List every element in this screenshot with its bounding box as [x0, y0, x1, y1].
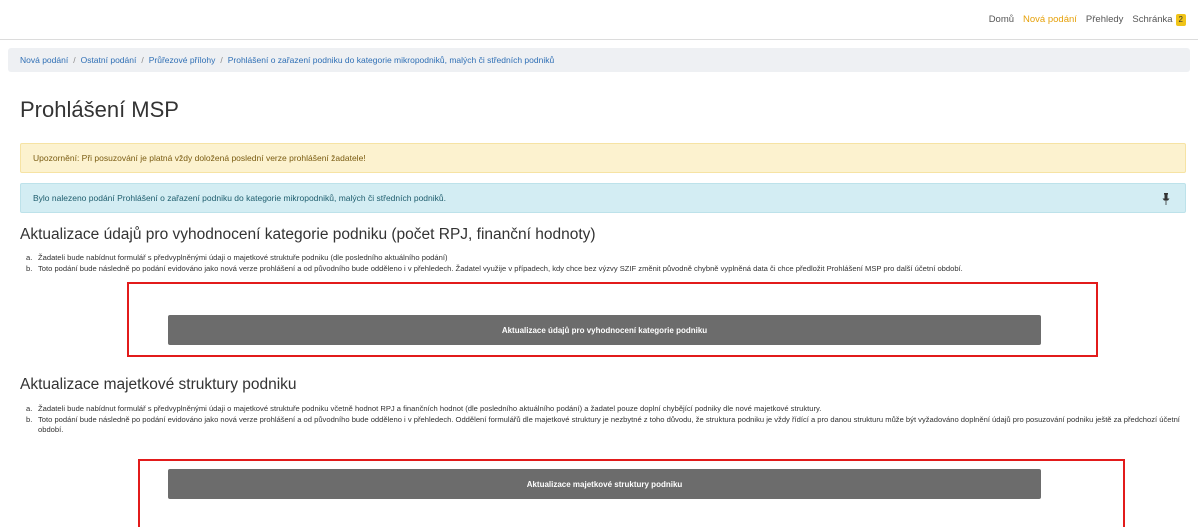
page-title: Prohlášení MSP	[20, 97, 179, 122]
breadcrumb-separator: /	[220, 55, 223, 65]
top-navigation: Domů Nová podání Přehledy Schránka 2	[0, 0, 1198, 40]
warning-alert: Upozornění: Při posuzování je platná vžd…	[20, 143, 1186, 173]
list-item-text: Toto podání bude následně po podání evid…	[38, 263, 963, 273]
nav-item-inbox[interactable]: Schránka 2	[1132, 14, 1186, 26]
section-title-category-update: Aktualizace údajů pro vyhodnocení katego…	[20, 226, 596, 243]
section-1-list: a. Žadateli bude nabídnut formulář s pře…	[26, 253, 1183, 275]
list-item: a. Žadateli bude nabídnut formulář s pře…	[26, 253, 1183, 264]
update-ownership-structure-button[interactable]: Aktualizace majetkové struktury podniku	[168, 469, 1041, 499]
warning-alert-text: Upozornění: Při posuzování je platná vžd…	[33, 153, 366, 163]
nav-item-new-submissions[interactable]: Nová podání	[1023, 14, 1077, 26]
list-item: b. Toto podání bude následně po podání e…	[26, 414, 1183, 436]
list-item-text: Žadateli bude nabídnut formulář s předvy…	[38, 404, 822, 413]
breadcrumb-item-new-submissions[interactable]: Nová podání	[20, 55, 68, 65]
pin-icon[interactable]	[1161, 193, 1171, 205]
list-item-marker: b.	[26, 263, 33, 273]
breadcrumb-item-current[interactable]: Prohlášení o zařazení podniku do kategor…	[228, 55, 555, 65]
list-item-marker: b.	[26, 414, 33, 424]
info-alert-text: Bylo nalezeno podání Prohlášení o zařaze…	[33, 193, 446, 203]
info-alert: Bylo nalezeno podání Prohlášení o zařaze…	[20, 183, 1186, 213]
list-item-text: Toto podání bude následně po podání evid…	[38, 414, 1180, 435]
list-item-text: Žadateli bude nabídnut formulář s předvy…	[38, 253, 448, 262]
inbox-count-badge: 2	[1175, 14, 1186, 26]
update-category-data-button[interactable]: Aktualizace údajů pro vyhodnocení katego…	[168, 315, 1041, 345]
nav-item-inbox-label: Schránka	[1132, 14, 1173, 25]
list-item: b. Toto podání bude následně po podání e…	[26, 263, 1183, 275]
nav-item-overviews[interactable]: Přehledy	[1086, 14, 1124, 26]
breadcrumb-separator: /	[73, 55, 76, 65]
list-item-marker: a.	[26, 404, 33, 413]
nav-item-home[interactable]: Domů	[989, 14, 1014, 26]
list-item: a. Žadateli bude nabídnut formulář s pře…	[26, 404, 1183, 415]
breadcrumb-item-other-submissions[interactable]: Ostatní podání	[81, 55, 137, 65]
list-item-marker: a.	[26, 253, 33, 262]
section-2-list: a. Žadateli bude nabídnut formulář s pře…	[26, 404, 1183, 436]
breadcrumb: Nová podání / Ostatní podání / Průřezové…	[8, 48, 1190, 72]
top-nav-menu: Domů Nová podání Přehledy Schránka 2	[989, 14, 1186, 26]
breadcrumb-separator: /	[141, 55, 144, 65]
section-title-ownership-update: Aktualizace majetkové struktury podniku	[20, 376, 297, 393]
breadcrumb-item-cross-attachments[interactable]: Průřezové přílohy	[149, 55, 216, 65]
